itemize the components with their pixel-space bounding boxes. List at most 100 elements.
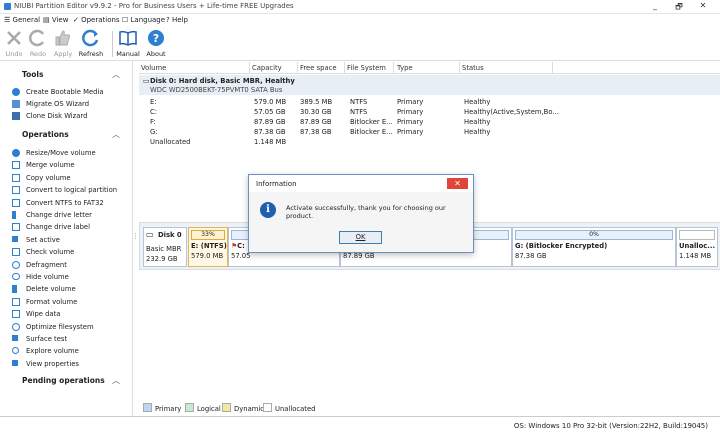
pending-section[interactable]: Pending operations ︿ (0, 374, 132, 388)
menu-general[interactable]: ☰ General (4, 16, 40, 24)
cell-status: Healthy(Active,System,Bo... (464, 108, 559, 116)
svg-text:?: ? (153, 32, 159, 45)
item-label: Check volume (26, 248, 75, 257)
item-label: Migrate OS Wizard (26, 100, 90, 108)
operations-title: Operations (22, 130, 69, 139)
sidebar: Tools ︿ Create Bootable Media Migrate OS… (0, 61, 133, 416)
cell-volume: F: (150, 118, 156, 126)
dialog-close-button[interactable]: ✕ (447, 178, 468, 189)
disk-icon: ▭ (146, 230, 154, 239)
item-label: View properties (26, 359, 79, 368)
disk-icon: ▭ (143, 77, 150, 85)
menu-language[interactable]: ☐ Language (122, 16, 165, 24)
op-wipe-data[interactable]: Wipe data (12, 308, 130, 320)
help-icon: ? (148, 30, 164, 46)
partition-name: Unalloc... (679, 242, 716, 250)
surface-icon (12, 335, 18, 341)
col-divider[interactable] (297, 62, 298, 73)
disc-icon (12, 88, 20, 96)
col-divider[interactable] (393, 62, 394, 73)
disk-row[interactable]: ▭ Disk 0: Hard disk, Basic MBR, Healthy … (139, 75, 720, 95)
cell-fs: NTFS (350, 108, 368, 116)
operations-section[interactable]: Operations ︿ (0, 128, 132, 142)
migrate-os-item[interactable]: Migrate OS Wizard (12, 98, 130, 110)
apply-button[interactable]: Apply (50, 29, 76, 58)
merge-icon (12, 161, 20, 170)
disk-subtitle: WDC WD2500BEKT-75PVMT0 SATA Bus (150, 86, 283, 94)
about-button[interactable]: ? About (143, 29, 169, 58)
col-divider[interactable] (552, 62, 553, 73)
op-convert-fat32[interactable]: Convert NTFS to FAT32 (12, 197, 130, 209)
letter-icon (12, 211, 16, 219)
dialog-body: i Activate successfully, thank you for c… (249, 192, 473, 252)
op-format-volume[interactable]: Format volume (12, 296, 130, 308)
col-divider[interactable] (344, 62, 345, 73)
ok-button[interactable]: OK (339, 231, 382, 244)
resize-icon (12, 149, 20, 157)
partition-size: 579.0 MB (191, 252, 224, 260)
op-convert-logical[interactable]: Convert to logical partition (12, 184, 130, 196)
cell-type: Primary (397, 108, 424, 116)
partition-g[interactable]: 0% G: (Bitlocker Encrypted) 87.38 GB (512, 227, 676, 267)
op-delete-volume[interactable]: Delete volume (12, 283, 130, 295)
partition-unallocated[interactable]: Unalloc... 1.148 MB (676, 227, 718, 267)
cell-capacity: 87.89 GB (254, 118, 286, 126)
dialog-title-bar[interactable]: Information ✕ (249, 175, 473, 192)
op-view-properties[interactable]: View properties (12, 358, 130, 370)
menu-view[interactable]: ▤ View (43, 16, 68, 24)
op-change-label[interactable]: Change drive label (12, 221, 130, 233)
cell-type: Primary (397, 98, 424, 106)
cell-status: Healthy (464, 128, 491, 136)
partition-e[interactable]: 33% E: (NTFS) 579.0 MB (188, 227, 228, 267)
op-change-letter[interactable]: Change drive letter (12, 209, 130, 221)
minimize-button[interactable]: _ (648, 1, 662, 10)
op-optimize-fs[interactable]: Optimize filesystem (12, 321, 130, 333)
close-button[interactable]: ✕ (696, 1, 710, 10)
menu-bar: ☰ General ▤ View ✓ Operations ☐ Language… (0, 14, 720, 26)
menu-help[interactable]: ? Help (166, 16, 188, 24)
op-check-volume[interactable]: Check volume (12, 246, 130, 258)
partition-name: E: (NTFS) (191, 242, 227, 250)
refresh-button[interactable]: Refresh (78, 29, 104, 58)
refresh-label: Refresh (78, 50, 104, 58)
redo-label: Redo (29, 50, 47, 58)
menu-operations[interactable]: ✓ Operations (73, 16, 120, 24)
col-divider[interactable] (249, 62, 250, 73)
undo-button[interactable]: Undo (1, 29, 27, 58)
tools-title: Tools (22, 70, 44, 79)
op-hide-volume[interactable]: Hide volume (12, 271, 130, 283)
partition-size: 57.05 (231, 252, 251, 260)
redo-button[interactable]: Redo (25, 29, 51, 58)
dialog-title: Information (256, 180, 297, 188)
tools-section[interactable]: Tools ︿ (0, 68, 132, 82)
clone-disk-item[interactable]: Clone Disk Wizard (12, 110, 130, 122)
chevron-up-icon[interactable]: ︿ (112, 69, 120, 80)
dynamic-swatch (222, 403, 231, 412)
item-label: Wipe data (26, 310, 61, 319)
partition-size: 87.89 GB (343, 252, 375, 260)
restore-button[interactable]: 🗗 (672, 1, 686, 15)
manual-button[interactable]: Manual (115, 29, 141, 58)
op-set-active[interactable]: Set active (12, 234, 130, 246)
about-label: About (146, 50, 166, 58)
op-defragment[interactable]: Defragment (12, 259, 130, 271)
chevron-up-icon[interactable]: ︿ (112, 375, 120, 386)
col-divider[interactable] (459, 62, 460, 73)
disk-0-block[interactable]: ▭ Disk 0 Basic MBR 232.9 GB (143, 227, 187, 267)
op-copy[interactable]: Copy volume (12, 172, 130, 184)
cell-status: Healthy (464, 98, 491, 106)
op-merge[interactable]: Merge volume (12, 159, 130, 171)
op-explore-volume[interactable]: Explore volume (12, 345, 130, 357)
legend-unallocated: Unallocated (263, 403, 315, 413)
cell-free: 87.89 GB (300, 118, 332, 126)
cell-status: Healthy (464, 118, 491, 126)
create-bootable-media-item[interactable]: Create Bootable Media (12, 86, 130, 98)
op-resize[interactable]: Resize/Move volume (12, 147, 130, 159)
chevron-up-icon[interactable]: ︿ (112, 129, 120, 140)
op-surface-test[interactable]: Surface test (12, 333, 130, 345)
cell-type: Primary (397, 128, 424, 136)
convert-icon (12, 186, 20, 195)
partition-name: ⚑C: (231, 242, 245, 250)
splitter-grip[interactable]: ⋮ (132, 232, 139, 240)
cell-capacity: 1.148 MB (254, 138, 287, 146)
